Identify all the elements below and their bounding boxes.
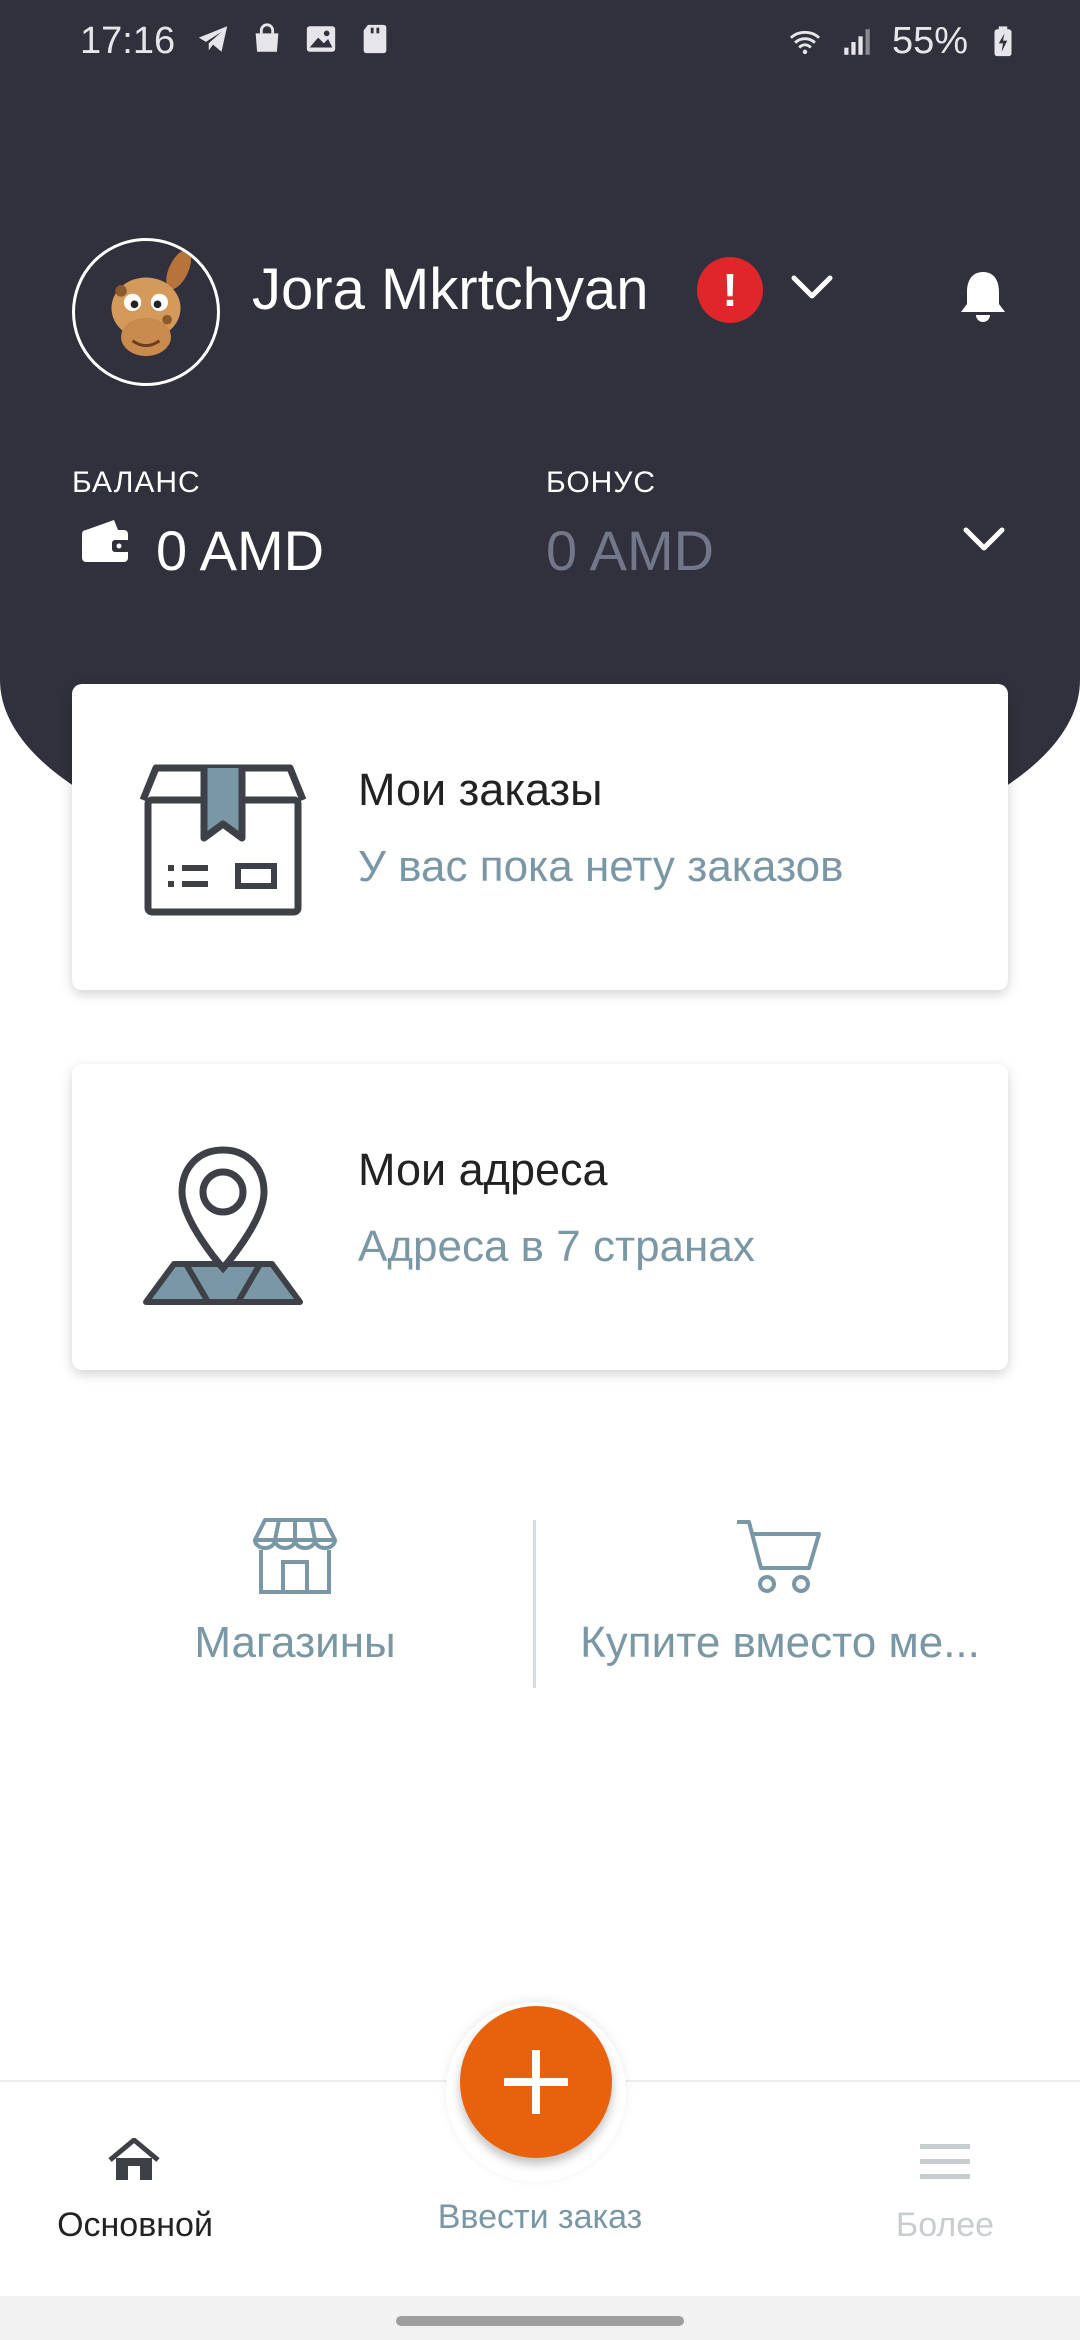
divider xyxy=(533,1520,536,1688)
nav-more-label: Более xyxy=(895,2206,995,2244)
home-icon xyxy=(108,2138,160,2180)
balance-value: 0 AMD xyxy=(156,519,325,582)
add-order-button[interactable] xyxy=(460,2006,612,2158)
location-map-icon xyxy=(143,1146,303,1305)
alert-icon[interactable]: ! xyxy=(696,256,764,324)
telegram-icon xyxy=(198,26,228,52)
shopping-bag-icon xyxy=(255,23,279,52)
battery-charging-icon xyxy=(994,25,1012,56)
buy-for-me-link[interactable]: Купите вместо ме... xyxy=(560,1516,1000,1668)
nav-home-label: Основной xyxy=(57,2206,213,2244)
avatar[interactable] xyxy=(72,238,220,386)
card-subtitle: Адреса в 7 странах xyxy=(358,1222,755,1271)
notification-bell-icon[interactable] xyxy=(956,268,1010,324)
battery-percent: 55% xyxy=(891,20,968,62)
sd-card-icon xyxy=(363,24,387,54)
alert-symbol: ! xyxy=(722,264,737,316)
giraffe-avatar-icon xyxy=(111,250,192,357)
store-icon xyxy=(253,1518,337,1594)
wallet-icon xyxy=(82,520,130,562)
quick-links: Магазины Купите вместо ме... xyxy=(0,1510,1080,1700)
stores-link[interactable]: Магазины xyxy=(160,1516,430,1668)
card-subtitle: У вас пока нету заказов xyxy=(358,842,844,891)
account-chevron-down-icon[interactable] xyxy=(790,272,834,302)
package-box-icon xyxy=(139,764,307,916)
nav-home[interactable]: Основной xyxy=(30,2082,240,2282)
gesture-handle[interactable] xyxy=(396,2316,684,2326)
buy-for-me-label: Купите вместо ме... xyxy=(580,1618,980,1667)
balance-chevron-down-icon[interactable] xyxy=(962,524,1006,554)
user-name[interactable]: Jora Mkrtchyan xyxy=(252,256,648,323)
bonus-label: БОНУС xyxy=(546,466,657,499)
plus-icon xyxy=(504,2050,568,2114)
bonus-value: 0 AMD xyxy=(546,519,715,582)
wifi-icon xyxy=(789,30,821,54)
stores-label: Магазины xyxy=(194,1618,396,1667)
card-title: Мои адреса xyxy=(358,1144,608,1195)
balance-label: БАЛАНС xyxy=(72,466,201,499)
my-orders-card[interactable]: Мои заказы У вас пока нету заказов xyxy=(72,684,1008,990)
cart-icon xyxy=(737,1520,821,1593)
gallery-icon xyxy=(306,26,336,52)
nav-add-order-label[interactable]: Ввести заказ xyxy=(390,2198,690,2237)
menu-icon xyxy=(920,2144,970,2179)
signal-icon xyxy=(844,28,870,55)
status-time: 17:16 xyxy=(80,20,176,62)
status-bar: 17:16 55% xyxy=(0,0,1080,84)
card-title: Мои заказы xyxy=(358,764,603,815)
my-addresses-card[interactable]: Мои адреса Адреса в 7 странах xyxy=(72,1064,1008,1370)
nav-more[interactable]: Более xyxy=(850,2082,1040,2282)
